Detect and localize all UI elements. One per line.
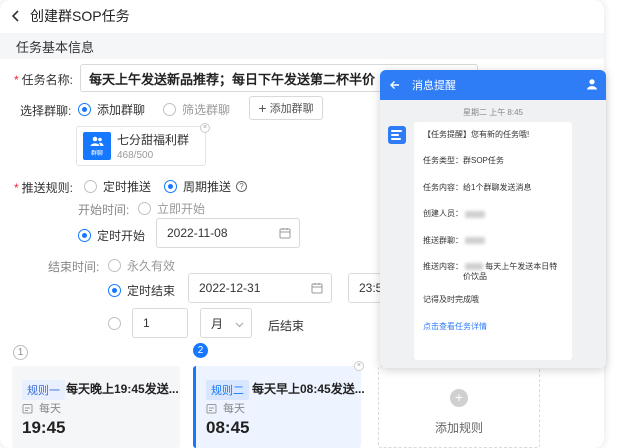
after-end-label: 后结束 xyxy=(268,319,305,333)
radio-filter-group[interactable]: 筛选群聊 xyxy=(163,101,230,118)
rule-time: 19:45 xyxy=(22,418,66,437)
radio-end-forever[interactable]: 永久有效 xyxy=(108,257,175,274)
help-icon[interactable]: ? xyxy=(236,181,248,192)
back-arrow-icon[interactable] xyxy=(8,8,24,24)
group-name: 七分甜福利群 xyxy=(117,133,190,147)
notification-timestamp: 星期二 上午 8:45 xyxy=(462,108,523,117)
group-select-label: 选择群聊: xyxy=(20,104,72,118)
start-time-label: 开始时间: xyxy=(78,203,130,217)
redacted-text xyxy=(465,210,485,218)
radio-periodic-push[interactable]: 周期推送? xyxy=(164,178,248,195)
remove-rule-close-icon[interactable]: × xyxy=(354,361,364,371)
rule-time: 08:45 xyxy=(206,418,250,437)
push-rule-label: * 推送规则: xyxy=(14,181,74,195)
rule-card-1[interactable]: 规则一 每天晚上19:45发送... 每天 19:45 xyxy=(12,366,180,448)
selected-group-card: 群聊 七分甜福利群 468/500 xyxy=(76,126,206,166)
rule-frequency: 每天 xyxy=(206,400,245,416)
task-name-label: * 任务名称: xyxy=(14,73,74,87)
msg-heading: 【任务提醒】您有新的任务哦! xyxy=(423,130,530,139)
notification-title: 消息提醒 xyxy=(412,80,456,92)
msg-push-content: 推送内容： 每天上午发送本日特 价饮品 xyxy=(423,261,558,282)
radio-end-after[interactable] xyxy=(108,317,127,330)
radio-start-now[interactable]: 立即开始 xyxy=(138,200,205,217)
add-rule-button[interactable]: + 添加规则 xyxy=(378,366,540,448)
add-group-button[interactable]: + 添加群聊 xyxy=(249,96,323,120)
people-icon xyxy=(90,136,104,146)
notification-panel: 消息提醒 星期二 上午 8:45 【任务提醒】您有新的任务哦! 任务类型：群SO… xyxy=(380,70,606,368)
rule-title: 每天早上08:45发送... xyxy=(252,382,365,396)
plus-icon: + xyxy=(450,389,468,407)
start-date-input[interactable]: 2022-11-08 xyxy=(156,218,300,248)
calendar-icon xyxy=(311,282,323,297)
view-task-details-link[interactable]: 点击查看任务详情 xyxy=(423,321,563,332)
page-title: 创建群SOP任务 xyxy=(30,8,130,24)
radio-end-timed[interactable]: 定时结束 xyxy=(108,282,175,299)
repeat-count-input[interactable]: 1 xyxy=(132,308,188,338)
radio-timed-push[interactable]: 定时推送 xyxy=(84,178,151,195)
msg-push-group: 推送群聊： xyxy=(423,236,563,246)
radio-start-timed[interactable]: 定时开始 xyxy=(78,227,145,244)
calendar-icon xyxy=(279,227,291,242)
end-date-input[interactable]: 2022-12-31 xyxy=(188,273,332,303)
section-basic-info: 任务基本信息 xyxy=(0,33,604,59)
rule-tag: 规则二 xyxy=(206,380,249,400)
msg-task-type: 任务类型：群SOP任务 xyxy=(423,156,504,166)
rule-card-2[interactable]: 规则二 每天早上08:45发送... 每天 08:45 xyxy=(193,366,365,448)
back-arrow-icon[interactable] xyxy=(390,80,400,90)
msg-task-content: 任务内容：给1个群聊发送消息 xyxy=(423,182,532,192)
message-icon xyxy=(388,126,406,144)
rule-title: 每天晚上19:45发送... xyxy=(66,382,179,396)
repeat-unit-select[interactable]: 月 xyxy=(200,308,252,338)
rule-step-number: 2 xyxy=(193,343,208,358)
rule-step-number: 1 xyxy=(13,345,28,360)
msg-remind: 记得及时完成哦 xyxy=(423,294,479,304)
top-bar: 创建群SOP任务 xyxy=(0,0,604,32)
plus-icon: + xyxy=(258,100,267,116)
group-avatar: 群聊 xyxy=(83,132,111,160)
calendar-icon xyxy=(206,403,217,413)
chevron-down-icon xyxy=(235,318,244,332)
rule-tag: 规则一 xyxy=(22,380,65,400)
redacted-text xyxy=(465,263,483,271)
radio-add-group[interactable]: 添加群聊 xyxy=(78,101,145,118)
notification-header: 消息提醒 xyxy=(380,70,606,100)
group-member-count: 468/500 xyxy=(117,150,154,161)
end-time-label: 结束时间: xyxy=(48,260,100,274)
user-icon[interactable] xyxy=(586,78,598,93)
redacted-text xyxy=(465,236,485,244)
rule-frequency: 每天 xyxy=(22,400,61,416)
msg-creator: 创建人员： xyxy=(423,209,563,219)
calendar-icon xyxy=(22,403,33,413)
remove-group-close-icon[interactable]: × xyxy=(200,123,210,133)
message-bubble: 【任务提醒】您有新的任务哦! 任务类型：群SOP任务 任务内容：给1个群聊发送消… xyxy=(414,122,572,360)
